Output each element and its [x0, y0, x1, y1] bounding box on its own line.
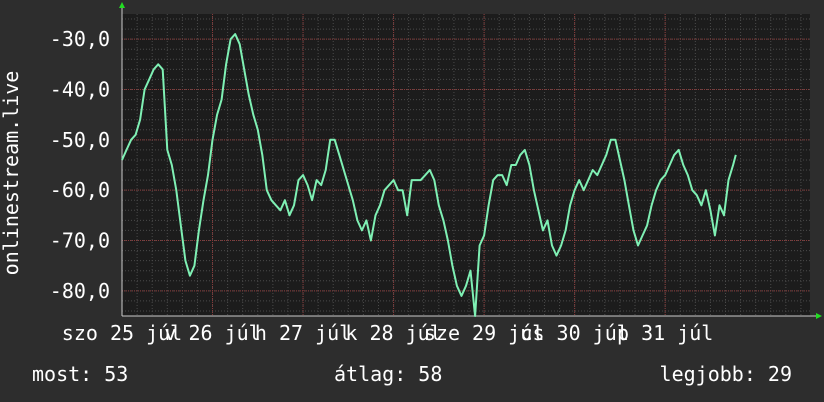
- chart-window: -30,0 -40,0 -50,0 -60,0 -70,0 -80,0 szo 25 júl…: [0, 0, 824, 402]
- line-chart: -30,0-40,0-50,0-60,0-70,0-80,0szo 25 júl…: [0, 2, 822, 345]
- y-tick-label: -70,0: [50, 229, 110, 253]
- y-tick-label: -60,0: [50, 178, 110, 202]
- x-axis-arrow-icon: [816, 313, 822, 319]
- x-tick-label: v 26 júl: [164, 321, 260, 345]
- stat-best-value: 29: [767, 362, 792, 386]
- plot-area: [122, 14, 810, 316]
- y-tick-label: -50,0: [50, 128, 110, 152]
- stat-average: átlag: 58: [334, 362, 442, 386]
- stat-best-label: legjobb:: [659, 362, 756, 386]
- x-tick-label: h 27 júl: [255, 321, 351, 345]
- stat-best: legjobb: 29: [660, 362, 792, 386]
- x-tick-label: p 31 júl: [617, 321, 713, 345]
- y-axis-label: onlinestream.live: [0, 71, 23, 276]
- stat-average-value: 58: [418, 362, 443, 386]
- stat-current-label: most:: [32, 362, 93, 386]
- stat-current-value: 53: [104, 362, 129, 386]
- y-tick-label: -40,0: [50, 78, 110, 102]
- y-tick-label: -30,0: [50, 27, 110, 51]
- y-tick-label: -80,0: [50, 279, 110, 303]
- y-axis-arrow-icon: [119, 2, 125, 8]
- stat-average-label: átlag:: [334, 362, 407, 386]
- x-tick-label: cs 30 júl: [520, 321, 628, 345]
- stat-current: most: 53: [32, 362, 128, 386]
